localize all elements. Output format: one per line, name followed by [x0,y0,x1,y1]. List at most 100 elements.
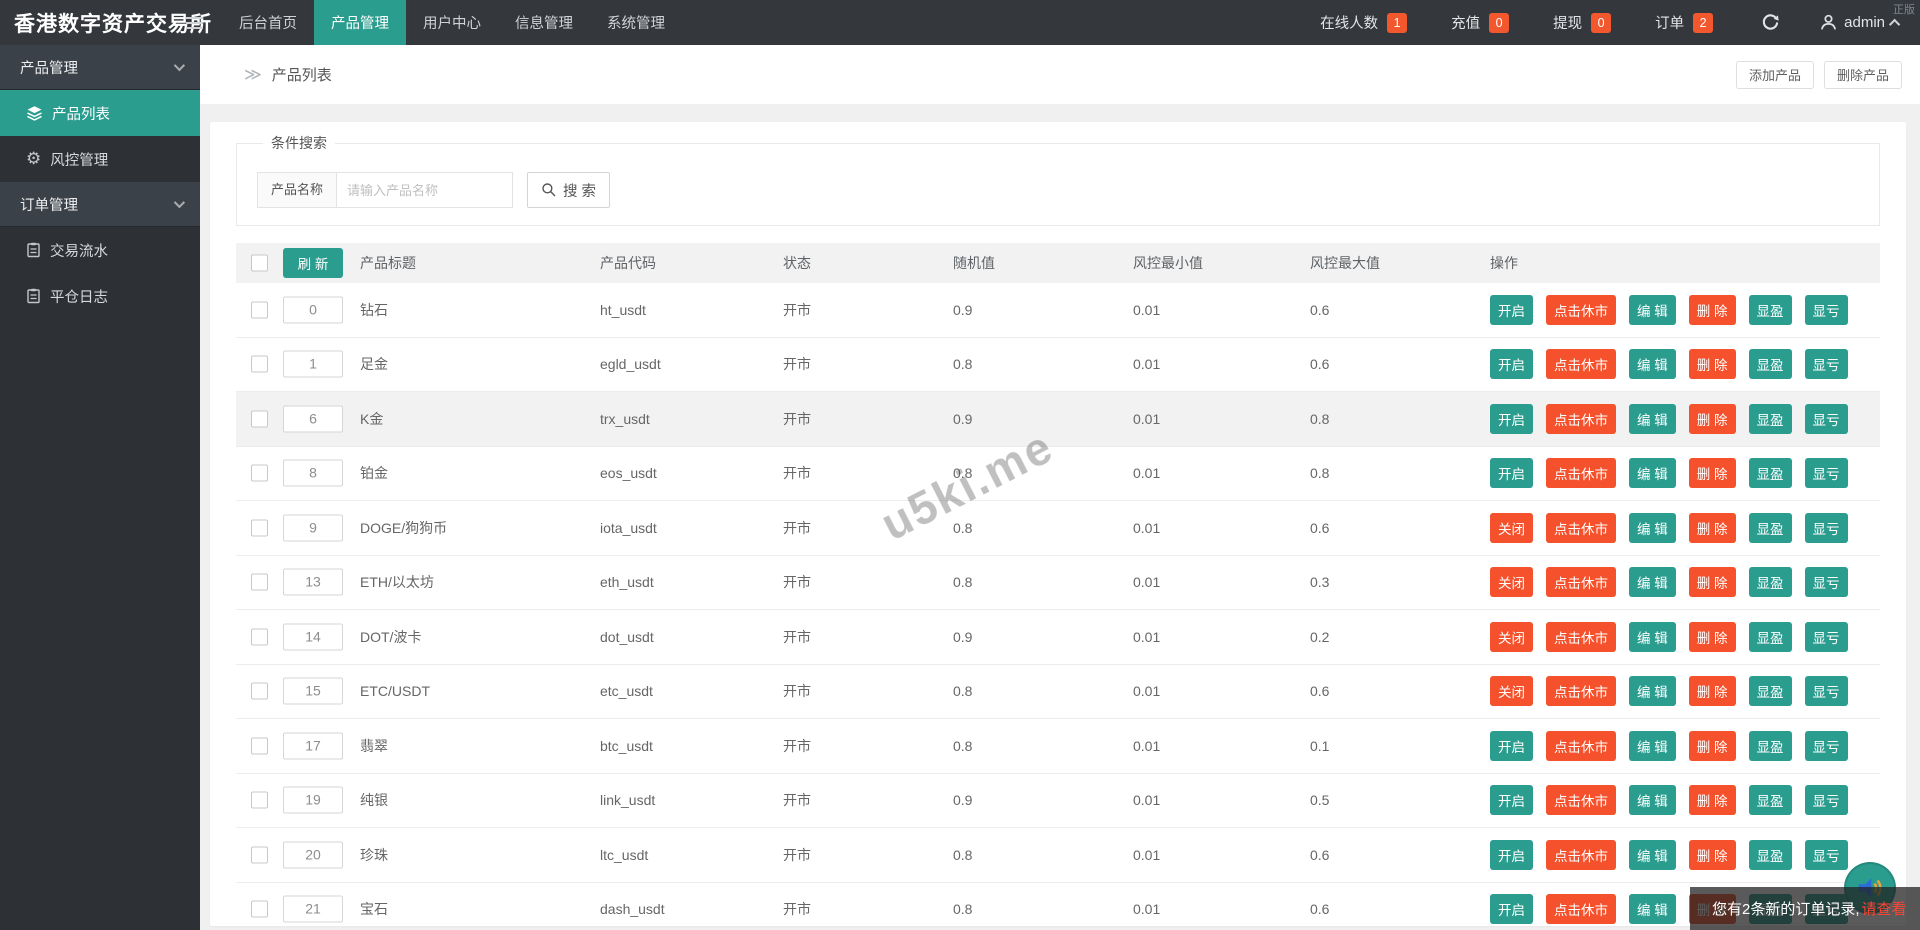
show-profit-button[interactable]: 显盈 [1749,676,1792,706]
row-checkbox[interactable] [251,846,268,863]
show-loss-button[interactable]: 显亏 [1805,349,1848,379]
show-loss-button[interactable]: 显亏 [1805,513,1848,543]
show-profit-button[interactable]: 显盈 [1749,295,1792,325]
edit-button[interactable]: 编 辑 [1629,894,1676,924]
sidebar-item[interactable]: ⚙ 风控管理 [0,136,200,182]
toast-view-link[interactable]: 请查看 [1862,898,1907,919]
show-loss-button[interactable]: 显亏 [1805,731,1848,761]
pause-market-button[interactable]: 点击休市 [1546,840,1616,870]
delete-product-button[interactable]: 删除产品 [1824,61,1902,89]
edit-button[interactable]: 编 辑 [1629,458,1676,488]
row-checkbox[interactable] [251,683,268,700]
toggle-market-button[interactable]: 开启 [1490,894,1533,924]
row-checkbox[interactable] [251,410,268,427]
topbar-stat[interactable]: 订单 2 [1633,0,1735,45]
show-loss-button[interactable]: 显亏 [1805,295,1848,325]
edit-button[interactable]: 编 辑 [1629,731,1676,761]
show-loss-button[interactable]: 显亏 [1805,567,1848,597]
show-loss-button[interactable]: 显亏 [1805,840,1848,870]
pause-market-button[interactable]: 点击休市 [1546,295,1616,325]
toggle-market-button[interactable]: 开启 [1490,785,1533,815]
show-loss-button[interactable]: 显亏 [1805,458,1848,488]
show-profit-button[interactable]: 显盈 [1749,349,1792,379]
product-name-input[interactable] [337,172,513,208]
toggle-market-button[interactable]: 开启 [1490,458,1533,488]
row-checkbox[interactable] [251,465,268,482]
toggle-market-button[interactable]: 开启 [1490,840,1533,870]
pause-market-button[interactable]: 点击休市 [1546,731,1616,761]
edit-button[interactable]: 编 辑 [1629,295,1676,325]
toggle-market-button[interactable]: 开启 [1490,295,1533,325]
delete-button[interactable]: 删 除 [1689,404,1736,434]
refresh-icon[interactable] [1735,0,1806,45]
row-id-input[interactable]: 8 [283,460,343,487]
top-nav-item[interactable]: 产品管理 [314,0,406,45]
pause-market-button[interactable]: 点击休市 [1546,785,1616,815]
show-profit-button[interactable]: 显盈 [1749,513,1792,543]
pause-market-button[interactable]: 点击休市 [1546,622,1616,652]
show-profit-button[interactable]: 显盈 [1749,567,1792,597]
sidebar-item[interactable]: 平仓日志 [0,273,200,319]
select-all-checkbox[interactable] [251,255,268,272]
pause-market-button[interactable]: 点击休市 [1546,513,1616,543]
delete-button[interactable]: 删 除 [1689,785,1736,815]
topbar-stat[interactable]: 在线人数 1 [1298,0,1429,45]
delete-button[interactable]: 删 除 [1689,349,1736,379]
top-nav-item[interactable]: 后台首页 [222,0,314,45]
toggle-market-button[interactable]: 关闭 [1490,676,1533,706]
show-profit-button[interactable]: 显盈 [1749,458,1792,488]
add-product-button[interactable]: 添加产品 [1736,61,1814,89]
row-id-input[interactable]: 17 [283,732,343,759]
edit-button[interactable]: 编 辑 [1629,567,1676,597]
show-profit-button[interactable]: 显盈 [1749,731,1792,761]
edit-button[interactable]: 编 辑 [1629,840,1676,870]
sidebar-group-header[interactable]: 订单管理 [0,182,200,227]
toggle-market-button[interactable]: 关闭 [1490,622,1533,652]
delete-button[interactable]: 删 除 [1689,731,1736,761]
row-id-input[interactable]: 14 [283,623,343,650]
pause-market-button[interactable]: 点击休市 [1546,458,1616,488]
show-loss-button[interactable]: 显亏 [1805,676,1848,706]
sidebar-item[interactable]: 产品列表 [0,90,200,136]
row-checkbox[interactable] [251,574,268,591]
row-id-input[interactable]: 20 [283,841,343,868]
edit-button[interactable]: 编 辑 [1629,404,1676,434]
show-profit-button[interactable]: 显盈 [1749,785,1792,815]
delete-button[interactable]: 删 除 [1689,622,1736,652]
row-id-input[interactable]: 6 [283,405,343,432]
toggle-market-button[interactable]: 开启 [1490,404,1533,434]
delete-button[interactable]: 删 除 [1689,513,1736,543]
top-nav-item[interactable]: 信息管理 [498,0,590,45]
delete-button[interactable]: 删 除 [1689,458,1736,488]
pause-market-button[interactable]: 点击休市 [1546,894,1616,924]
row-checkbox[interactable] [251,737,268,754]
show-loss-button[interactable]: 显亏 [1805,622,1848,652]
row-checkbox[interactable] [251,301,268,318]
show-profit-button[interactable]: 显盈 [1749,404,1792,434]
row-checkbox[interactable] [251,628,268,645]
show-loss-button[interactable]: 显亏 [1805,785,1848,815]
top-nav-item[interactable]: 系统管理 [590,0,682,45]
row-id-input[interactable]: 0 [283,296,343,323]
edit-button[interactable]: 编 辑 [1629,676,1676,706]
delete-button[interactable]: 删 除 [1689,676,1736,706]
table-refresh-button[interactable]: 刷 新 [283,248,343,278]
row-checkbox[interactable] [251,519,268,536]
sidebar-item[interactable]: 交易流水 [0,227,200,273]
show-loss-button[interactable]: 显亏 [1805,404,1848,434]
toggle-market-button[interactable]: 开启 [1490,349,1533,379]
topbar-stat[interactable]: 提现 0 [1531,0,1633,45]
toggle-market-button[interactable]: 关闭 [1490,513,1533,543]
row-id-input[interactable]: 21 [283,896,343,923]
show-profit-button[interactable]: 显盈 [1749,622,1792,652]
edit-button[interactable]: 编 辑 [1629,513,1676,543]
top-nav-item[interactable]: 用户中心 [406,0,498,45]
pause-market-button[interactable]: 点击休市 [1546,404,1616,434]
topbar-stat[interactable]: 充值 0 [1429,0,1531,45]
edit-button[interactable]: 编 辑 [1629,785,1676,815]
delete-button[interactable]: 删 除 [1689,295,1736,325]
row-id-input[interactable]: 13 [283,569,343,596]
row-checkbox[interactable] [251,901,268,918]
row-checkbox[interactable] [251,792,268,809]
row-checkbox[interactable] [251,356,268,373]
